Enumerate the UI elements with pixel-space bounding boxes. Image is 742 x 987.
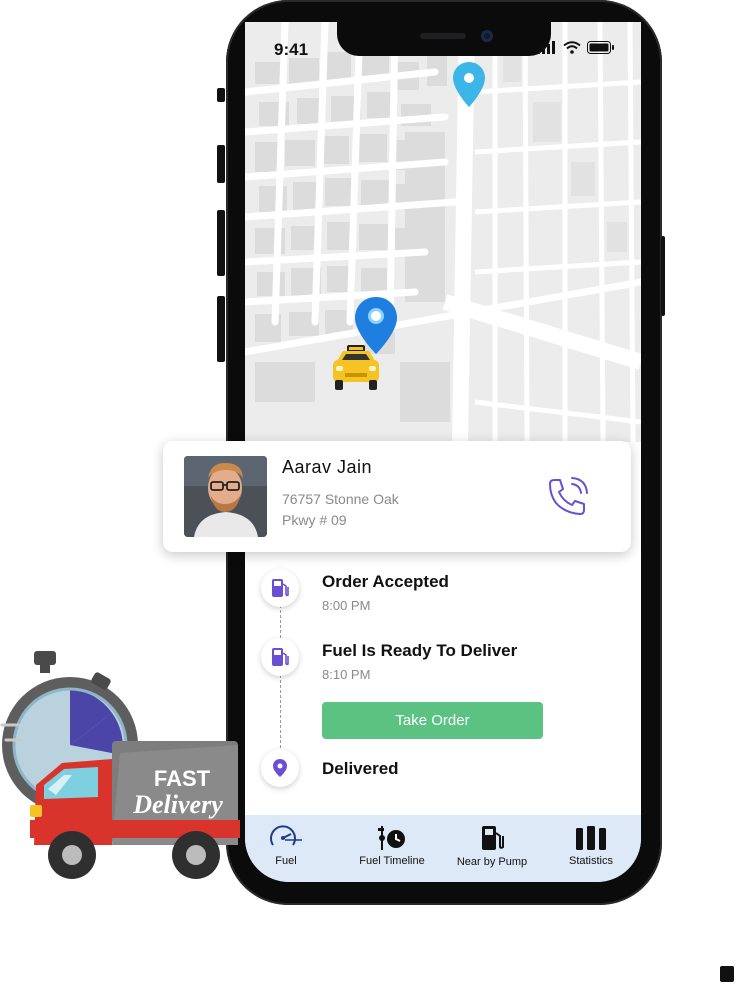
timeline-title-delivered: Delivered bbox=[322, 759, 399, 778]
map-view[interactable] bbox=[245, 22, 641, 442]
phone-volume-down bbox=[217, 210, 225, 276]
timeline-title-order-accepted: Order Accepted bbox=[322, 572, 449, 591]
taxi-icon bbox=[333, 345, 379, 390]
nav-fuel-timeline-label: Fuel Timeline bbox=[359, 855, 425, 867]
driver-name: Aarav Jain bbox=[282, 457, 373, 477]
driver-address-line1: 76757 Stonne Oak bbox=[282, 491, 399, 507]
driver-avatar bbox=[184, 456, 267, 537]
timeline-connector bbox=[280, 600, 281, 758]
fuel-pump-icon bbox=[482, 826, 504, 850]
badge-fast-text: FAST bbox=[154, 766, 211, 791]
nav-fuel-label: Fuel bbox=[275, 855, 297, 867]
status-time: 9:41 bbox=[274, 40, 309, 59]
status-icons bbox=[537, 41, 615, 54]
timeline-node-delivered bbox=[261, 749, 299, 787]
fuel-pump-icon bbox=[272, 648, 289, 666]
phone-camera bbox=[481, 30, 493, 42]
wifi-icon bbox=[563, 41, 581, 54]
nav-fuel[interactable]: Fuel bbox=[263, 815, 309, 882]
bar-chart-icon bbox=[576, 826, 606, 850]
driver-address-line2: Pkwy # 09 bbox=[282, 512, 347, 528]
fast-delivery-truck-illustration: FAST Delivery bbox=[0, 651, 240, 879]
timeline-node-fuel-ready bbox=[261, 638, 299, 676]
phone-call-icon bbox=[549, 477, 588, 515]
phone-speaker bbox=[420, 33, 466, 39]
location-pin-icon bbox=[273, 759, 287, 777]
timeline-time-order-accepted: 8:00 PM bbox=[322, 598, 371, 613]
phone-mute-switch bbox=[217, 88, 225, 102]
phone-volume-up bbox=[217, 145, 225, 183]
phone-side-button bbox=[217, 296, 225, 362]
call-button[interactable] bbox=[545, 474, 591, 520]
fuel-pump-icon bbox=[272, 579, 289, 597]
nav-fuel-timeline[interactable]: Fuel Timeline bbox=[355, 815, 429, 882]
bottom-navigation: Fuel Fuel Timeline Near by Pump Statisti… bbox=[245, 815, 641, 882]
timeline-time-fuel-ready: 8:10 PM bbox=[322, 667, 371, 682]
corner-decoration bbox=[720, 966, 734, 982]
fuel-timeline-icon bbox=[378, 826, 405, 850]
phone-power-button bbox=[661, 236, 665, 316]
destination-pin-icon[interactable] bbox=[452, 61, 486, 109]
map-streets bbox=[245, 22, 641, 442]
phone-notch bbox=[337, 22, 551, 56]
nav-near-by-pump[interactable]: Near by Pump bbox=[452, 815, 532, 882]
battery-icon bbox=[587, 41, 614, 54]
cellular-signal-icon bbox=[537, 41, 555, 54]
take-order-button[interactable]: Take Order bbox=[322, 702, 543, 739]
nav-statistics-label: Statistics bbox=[568, 855, 613, 867]
nav-near-by-pump-label: Near by Pump bbox=[456, 856, 528, 868]
driver-card[interactable]: Aarav Jain 76757 Stonne Oak Pkwy # 09 bbox=[163, 441, 631, 552]
badge-delivery-text: Delivery bbox=[132, 790, 223, 819]
nav-statistics[interactable]: Statistics bbox=[563, 815, 619, 882]
fuel-gauge-icon bbox=[270, 825, 302, 846]
timeline-title-fuel-ready: Fuel Is Ready To Deliver bbox=[322, 641, 518, 660]
timeline-node-order-accepted bbox=[261, 569, 299, 607]
